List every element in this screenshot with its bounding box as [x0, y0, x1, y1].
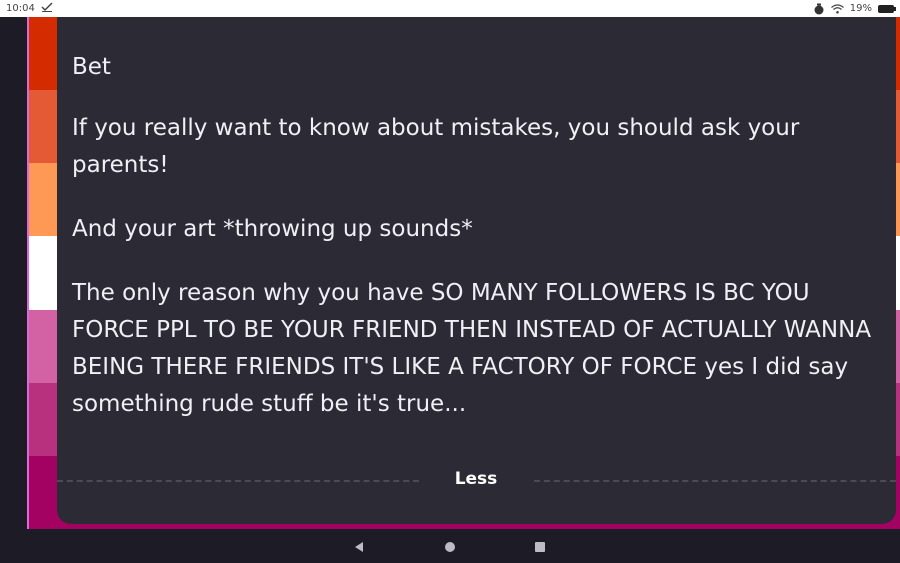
home-icon[interactable] [443, 539, 457, 553]
navigation-bar [0, 529, 900, 563]
post-paragraph-4: The only reason why you have SO MANY FOL… [72, 280, 872, 417]
recents-icon[interactable] [533, 539, 547, 553]
status-bar: 10:04 19% [0, 0, 900, 17]
back-icon[interactable] [352, 539, 366, 553]
check-icon [41, 2, 53, 15]
less-button[interactable]: Less [446, 466, 506, 492]
wifi-icon [830, 3, 844, 14]
battery-percent: 19% [849, 3, 872, 14]
post-paragraph-3: And your art *throwing up sounds* [72, 216, 473, 242]
less-row: Less [57, 464, 896, 494]
status-right: 19% [813, 3, 896, 15]
status-time: 10:04 [6, 3, 35, 14]
divider-right [534, 480, 896, 482]
status-left: 10:04 [6, 2, 53, 15]
post-paragraph-1: Bet [72, 54, 111, 80]
post-paragraph-2: If you really want to know about mistake… [72, 115, 800, 178]
battery-charging-icon [878, 4, 896, 13]
alarm-icon [813, 3, 825, 15]
post-card: Bet If you really want to know about mis… [57, 17, 896, 524]
divider-left [57, 480, 419, 482]
